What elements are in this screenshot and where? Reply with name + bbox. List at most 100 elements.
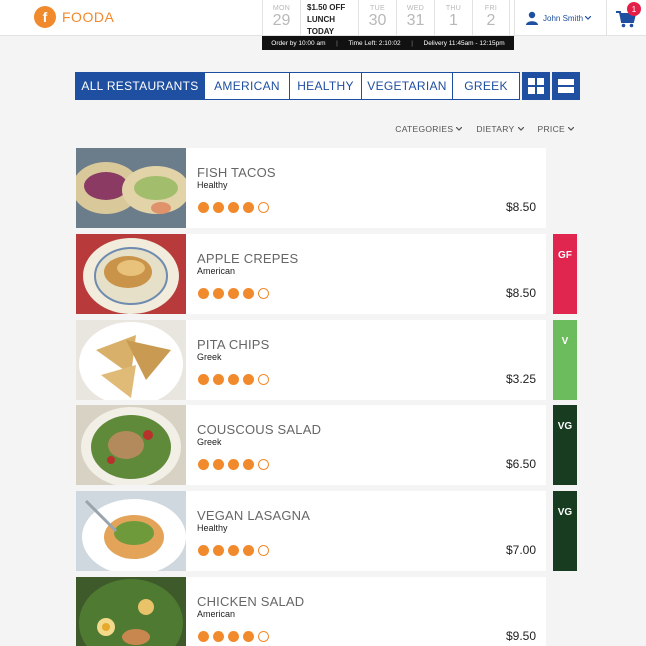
tab-greek[interactable]: GREEK [452,72,520,100]
apple-crepes-photo [76,234,186,314]
day-name: THU [445,5,462,12]
food-item[interactable]: VEGAN LASAGNA Healthy $7.00 [76,491,546,571]
rating-dot [258,545,269,556]
item-price: $7.00 [505,543,536,557]
fooda-logo[interactable]: f FOODA [34,6,114,28]
day-today-promo[interactable]: $1.50 OFF LUNCH TODAY [300,0,358,36]
tab-healthy[interactable]: HEALTHY [289,72,362,100]
chevron-down-icon [568,127,574,131]
food-item[interactable]: COUSCOUS SALAD Greek $6.50 [76,405,546,485]
rating [198,374,269,385]
rating-dot [243,631,254,642]
item-price: $8.50 [505,200,536,214]
rating-dot [243,545,254,556]
filter-dietary[interactable]: DIETARY [476,124,524,134]
item-name: CHICKEN SALAD [197,594,305,609]
rating-dot [228,545,239,556]
food-item[interactable]: CHICKEN SALAD American $9.50 [76,577,546,646]
user-icon [526,11,538,25]
item-cuisine: American [197,266,236,276]
item-price: $6.50 [505,457,536,471]
day-number: 31 [406,12,425,29]
list-view-icon [558,79,574,93]
separator: | [336,39,338,47]
user-menu[interactable]: John Smith [514,0,606,36]
rating-dot [198,202,209,213]
separator: | [411,39,413,47]
chevron-down-icon [585,16,592,20]
filter-price[interactable]: PRICE [538,124,574,134]
day-thu[interactable]: THU 1 [434,0,472,36]
day-number: 2 [486,12,496,29]
filter-bar: CATEGORIES DIETARY PRICE [395,124,574,134]
logo-text: FOODA [62,9,115,25]
day-mon[interactable]: MON 29 [262,0,300,36]
item-name: FISH TACOS [197,165,276,180]
day-name: MON [272,5,291,12]
day-selector: MON 29 $1.50 OFF LUNCH TODAY TUE 30 WED … [262,0,510,36]
rating [198,631,269,642]
pita-chips-photo [76,320,186,400]
rating-dot [243,288,254,299]
day-number: 29 [272,12,291,29]
rating-dot [213,459,224,470]
rating-dot [213,288,224,299]
dietary-badge-gf: GF [553,234,577,314]
filter-categories[interactable]: CATEGORIES [395,124,463,134]
rating-dot [213,202,224,213]
delivery-window-text: Delivery 11:45am - 12:15pm [423,39,505,47]
rating-dot [228,202,239,213]
rating-dot [243,202,254,213]
rating-dot [243,459,254,470]
day-fri[interactable]: FRI 2 [472,0,510,36]
day-name: FRI [484,5,498,12]
rating-dot [228,459,239,470]
tab-american[interactable]: AMERICAN [204,72,290,100]
day-number: 30 [368,12,387,29]
cart-count-badge: 1 [627,2,641,16]
delivery-info-bar: Order by 10:00 am | Time Left: 2:10:02 |… [262,36,514,50]
day-name: TUE [370,5,385,12]
rating-dot [213,374,224,385]
item-cuisine: Greek [197,352,222,362]
promo-line-3: TODAY [307,27,335,36]
rating-dot [228,631,239,642]
item-cuisine: American [197,609,236,619]
filter-label: DIETARY [476,124,515,134]
item-name: VEGAN LASAGNA [197,508,311,523]
item-name: APPLE CREPES [197,251,299,266]
tab-vegetarian[interactable]: VEGETARIAN [361,72,453,100]
day-tue[interactable]: TUE 30 [358,0,396,36]
fish-tacos-photo [76,148,186,228]
rating-dot [228,374,239,385]
rating [198,202,269,213]
filter-label: CATEGORIES [395,124,454,134]
promo-line-2: LUNCH [307,15,335,24]
dietary-badge-vg: VG [553,405,577,485]
rating-dot [198,288,209,299]
item-price: $9.50 [505,629,536,643]
rating-dot [258,459,269,470]
food-item[interactable]: PITA CHIPS Greek $3.25 [76,320,546,400]
food-item[interactable]: APPLE CREPES American $8.50 [76,234,546,314]
item-cuisine: Healthy [197,523,228,533]
rating-dot [198,545,209,556]
rating-dot [198,631,209,642]
rating [198,288,269,299]
day-wed[interactable]: WED 31 [396,0,434,36]
dietary-badge-v: V [553,320,577,400]
rating-dot [258,288,269,299]
cart-button[interactable]: 1 [606,0,646,36]
tab-all-restaurants[interactable]: ALL RESTAURANTS [75,72,205,100]
food-item[interactable]: FISH TACOS Healthy $8.50 [76,148,546,228]
day-name: WED [406,5,425,12]
list-view-button[interactable] [552,72,580,100]
item-name: PITA CHIPS [197,337,270,352]
rating-dot [258,374,269,385]
vegan-lasagna-photo [76,491,186,571]
item-cuisine: Greek [197,437,222,447]
category-tabs: ALL RESTAURANTS AMERICAN HEALTHY VEGETAR… [75,72,580,100]
promo-line-1: $1.50 OFF [307,3,346,12]
order-by-text: Order by 10:00 am [271,39,326,47]
grid-view-button[interactable] [522,72,550,100]
